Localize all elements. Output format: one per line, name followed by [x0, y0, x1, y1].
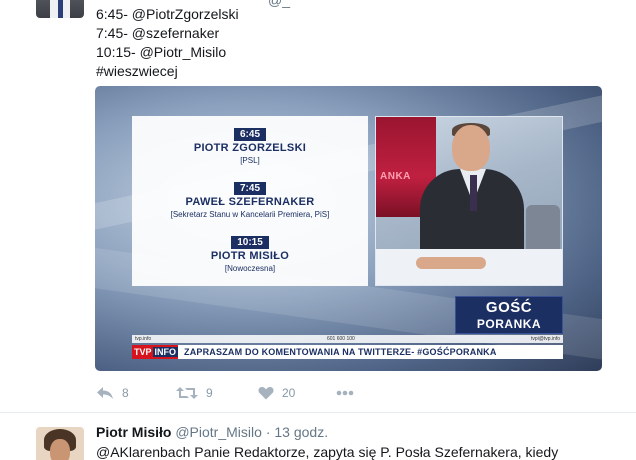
tweet-line: 10:15- @Piotr_Misilo: [96, 44, 227, 60]
retweet-button[interactable]: 9: [176, 385, 213, 401]
info-phone: 601 600 100: [327, 336, 355, 342]
tweet-text: @AKlarenbach Panie Redaktorze, zapyta si…: [96, 444, 559, 460]
schedule-time: 6:45: [233, 128, 266, 141]
guest-schedule-panel: 6:45 PIOTR ZGORZELSKI [PSL] 7:45 PAWEŁ S…: [132, 116, 368, 286]
tweet-header: Piotr Misiło @Piotr_Misilo · 13 godz.: [96, 424, 328, 440]
schedule-slot: 7:45 PAWEŁ SZEFERNAKER [Sekretarz Stanu …: [132, 178, 368, 220]
logo-part-tvp: TVP: [134, 347, 152, 357]
ticker-text: ZAPRASZAM DO KOMENTOWANIA NA TWITTERZE- …: [184, 347, 497, 357]
avatar[interactable]: [36, 0, 84, 18]
contact-info-bar: tvp.info 601 600 100 tvpi@tvp.info: [132, 335, 563, 343]
tweet-actions: 8 9 20: [96, 385, 396, 401]
retweet-icon: [176, 387, 198, 399]
author-name[interactable]: Piotr Misiło: [96, 424, 171, 440]
studio-camera-view: ANKA: [375, 116, 563, 286]
tweet-text: 6:45- @PiotrZgorzelski 7:45- @szefernake…: [96, 5, 239, 81]
program-title-line2: PORANKA: [476, 317, 542, 331]
info-email: tvpi@tvp.info: [531, 336, 560, 342]
reply-count: 8: [122, 386, 129, 400]
tweet-bottom: Piotr Misiło @Piotr_Misilo · 13 godz. @A…: [0, 413, 636, 460]
more-button[interactable]: [336, 385, 354, 401]
schedule-guest-name: PIOTR ZGORZELSKI: [193, 142, 307, 154]
schedule-guest-party: [PSL]: [240, 156, 260, 165]
presenter-tie: [470, 175, 477, 211]
schedule-time: 7:45: [233, 182, 266, 195]
presenter-hands: [416, 257, 486, 269]
schedule-guest-name: PIOTR MISIŁO: [210, 250, 290, 262]
presenter-head: [452, 125, 490, 171]
tweet-line: 7:45- @szefernaker: [96, 25, 220, 41]
program-title-line1: GOŚĆ: [485, 299, 533, 316]
studio-screen-text: ANKA: [380, 171, 411, 182]
schedule-guest-name: PAWEŁ SZEFERNAKER: [185, 196, 315, 208]
logo-part-info: INFO: [152, 347, 179, 357]
avatar[interactable]: [36, 427, 84, 460]
tweet-line: 6:45- @PiotrZgorzelski: [96, 6, 239, 22]
retweet-count: 9: [206, 386, 213, 400]
like-count: 20: [282, 386, 296, 400]
news-ticker: TVP INFO ZAPRASZAM DO KOMENTOWANIA NA TWI…: [132, 345, 563, 359]
schedule-guest-party: [Sekretarz Stanu w Kancelarii Premiera, …: [170, 210, 330, 219]
heart-icon: [258, 387, 274, 400]
tweet-media-image[interactable]: 6:45 PIOTR ZGORZELSKI [PSL] 7:45 PAWEŁ S…: [95, 86, 602, 371]
schedule-slot: 10:15 PIOTR MISIŁO [Nowoczesna]: [132, 232, 368, 274]
author-handle[interactable]: @Piotr_Misilo: [175, 424, 262, 440]
reply-button[interactable]: 8: [96, 385, 129, 401]
more-icon: [336, 390, 354, 396]
schedule-guest-party: [Nowoczesna]: [224, 264, 276, 273]
tweet-handle[interactable]: @_: [268, 0, 290, 8]
program-title-badge: GOŚĆ PORANKA: [455, 296, 563, 334]
info-website: tvp.info: [135, 336, 152, 342]
reply-icon: [97, 387, 113, 399]
tweet-timestamp[interactable]: 13 godz.: [274, 424, 328, 440]
schedule-time: 10:15: [231, 236, 269, 249]
tweet-top: @_ 6:45- @PiotrZgorzelski 7:45- @szefern…: [0, 0, 636, 412]
schedule-slot: 6:45 PIOTR ZGORZELSKI [PSL]: [132, 124, 368, 166]
avatar-tie: [58, 0, 63, 18]
separator-dot: ·: [265, 424, 271, 440]
hashtag-link[interactable]: #wieszwiecej: [96, 62, 239, 81]
tvp-info-logo: TVP INFO: [132, 345, 179, 359]
avatar-face: [50, 439, 70, 460]
like-button[interactable]: 20: [258, 385, 295, 401]
